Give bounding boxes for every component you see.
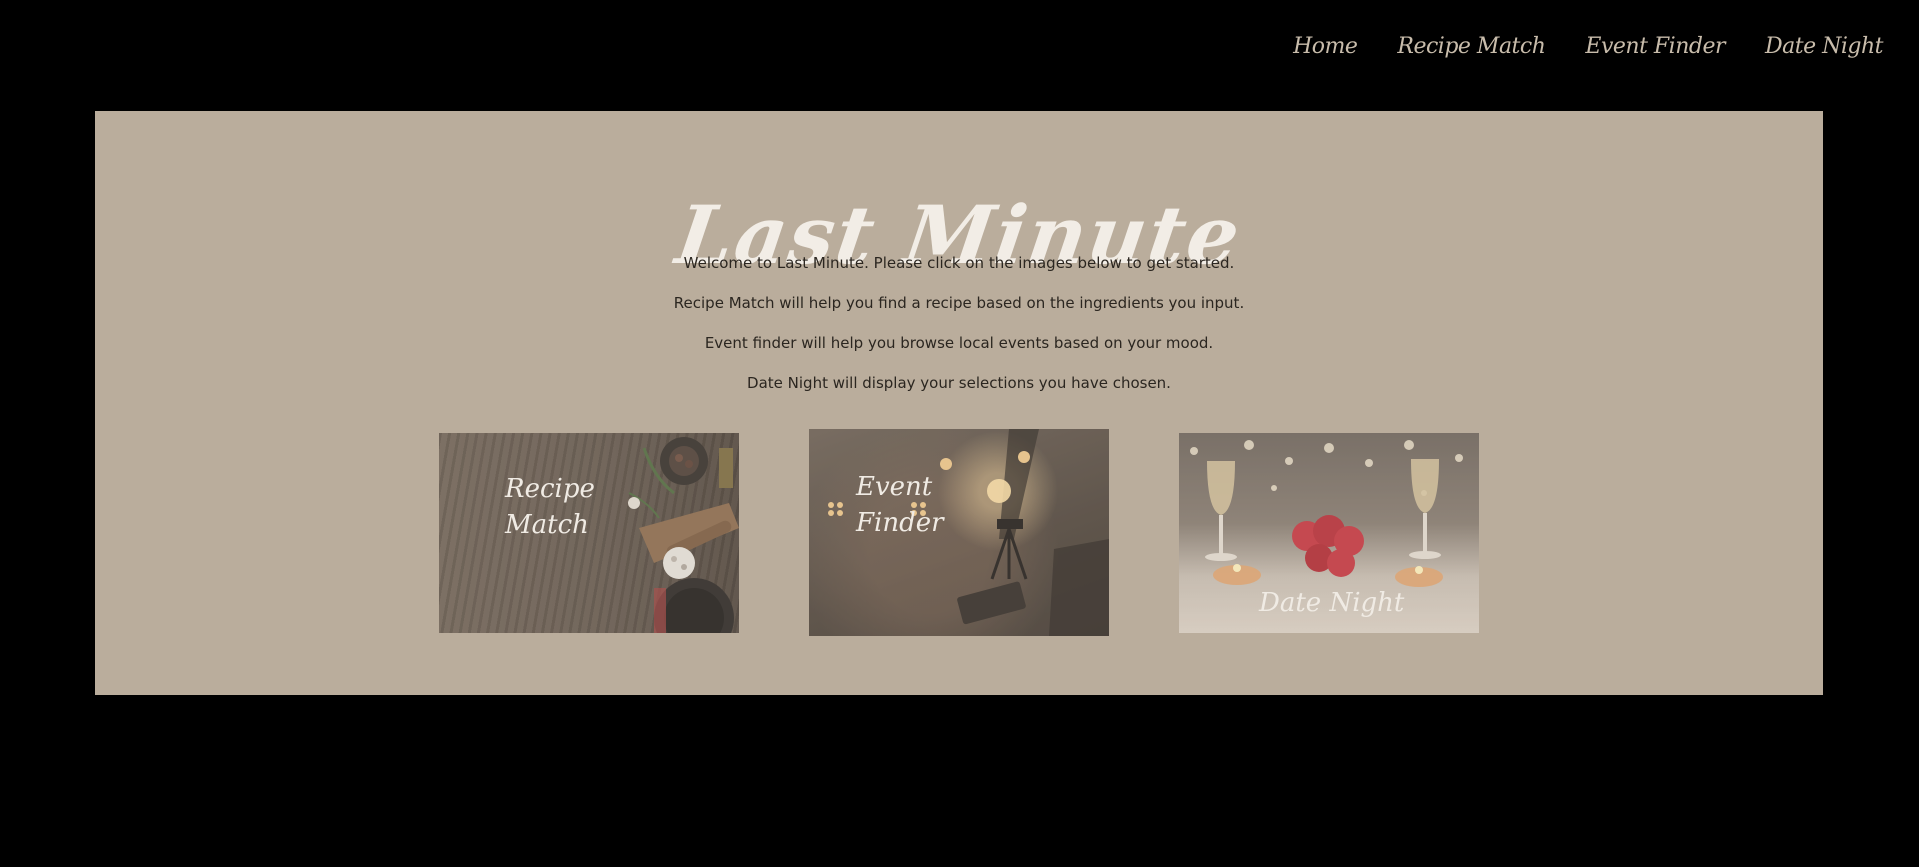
- event-finder-card[interactable]: Event Finder: [809, 429, 1109, 636]
- nav-event-finder-link[interactable]: Event Finder: [1585, 34, 1725, 59]
- event-card-overlay: [809, 429, 1109, 636]
- nav-date-night-link[interactable]: Date Night: [1765, 34, 1884, 59]
- date-night-card-label: Date Night: [1259, 585, 1404, 621]
- event-card-label: Event Finder: [856, 469, 944, 541]
- nav-home-link[interactable]: Home: [1293, 34, 1358, 59]
- top-nav: Home Recipe Match Event Finder Date Nigh…: [1293, 0, 1883, 92]
- recipe-card-label-line1: Recipe: [505, 474, 595, 504]
- recipe-card-label: Recipe Match: [505, 471, 595, 543]
- intro-paragraph-welcome: Welcome to Last Minute. Please click on …: [683, 254, 1235, 272]
- intro-text: Welcome to Last Minute. Please click on …: [95, 243, 1823, 403]
- date-night-card-label-line1: Date Night: [1259, 588, 1405, 618]
- recipe-card-label-line2: Match: [505, 510, 589, 540]
- nav-recipe-match-link[interactable]: Recipe Match: [1397, 34, 1546, 59]
- event-card-label-line1: Event: [856, 472, 933, 502]
- event-card-label-line2: Finder: [856, 508, 944, 538]
- intro-paragraph-event: Event finder will help you browse local …: [704, 334, 1214, 352]
- intro-paragraph-recipe: Recipe Match will help you find a recipe…: [673, 294, 1245, 312]
- recipe-match-card[interactable]: Recipe Match: [439, 433, 739, 633]
- intro-paragraph-date: Date Night will display your selections …: [747, 374, 1171, 392]
- hero-panel: Last Minute Welcome to Last Minute. Plea…: [95, 111, 1823, 695]
- date-night-card[interactable]: Date Night: [1179, 433, 1479, 633]
